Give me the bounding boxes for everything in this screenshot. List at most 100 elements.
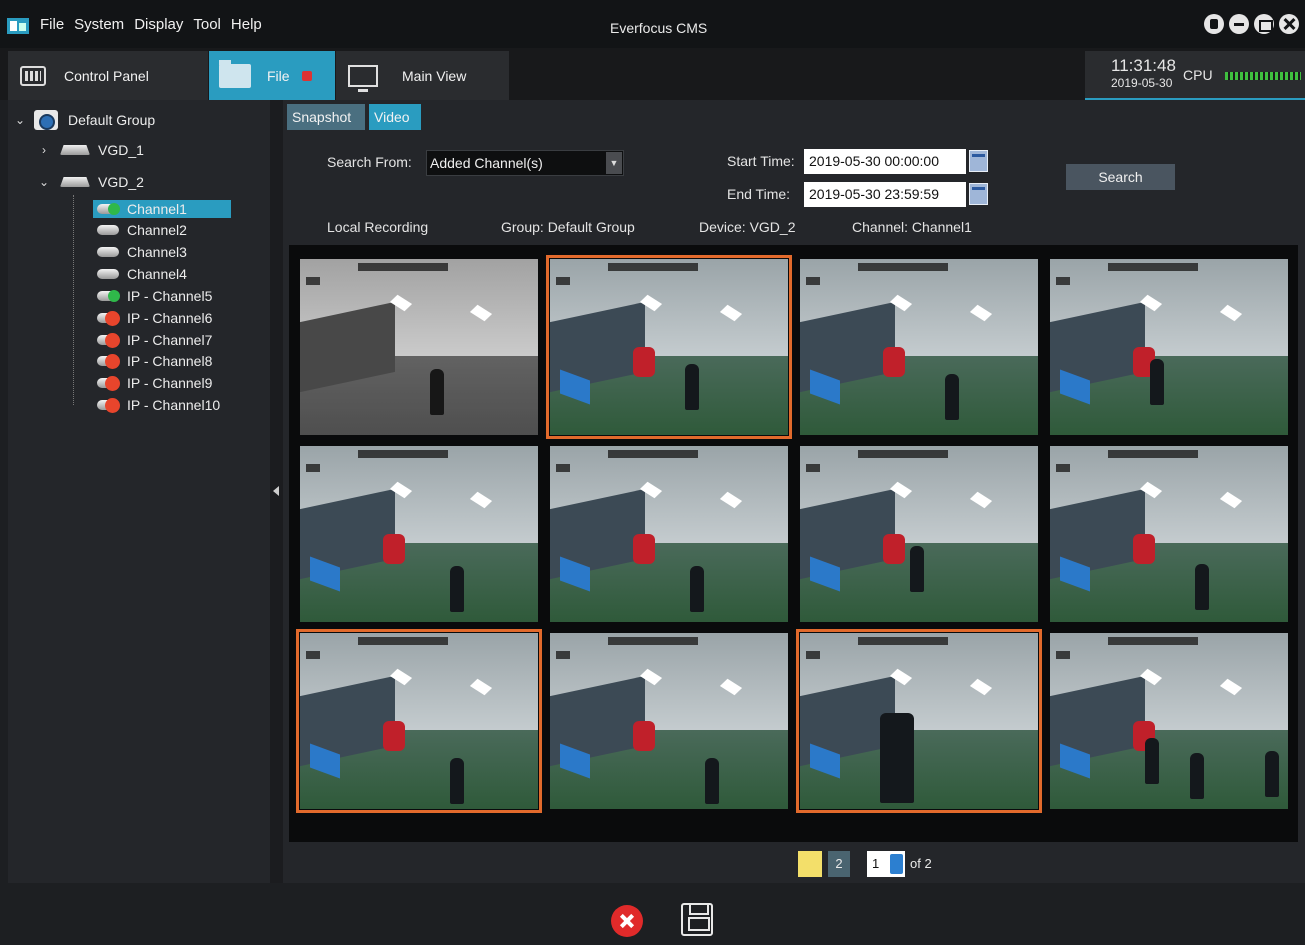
sidebar-collapse-handle[interactable] (270, 100, 283, 883)
tree-channel-4[interactable]: Channel4 (95, 266, 187, 282)
menu-file[interactable]: File (40, 16, 64, 33)
chevron-right-icon[interactable]: › (38, 143, 50, 157)
tree-channel-label: Channel3 (127, 244, 187, 260)
snapshot-grid (289, 245, 1298, 842)
dvr-icon (60, 177, 90, 187)
camera-offline-icon (95, 354, 121, 369)
tab-control-panel[interactable]: Control Panel (8, 51, 208, 100)
search-from-select[interactable]: Added Channel(s) ▼ (426, 150, 624, 176)
camera-offline-icon (95, 333, 121, 348)
tree-channel-label: IP - Channel5 (127, 288, 213, 304)
tree-channel-10[interactable]: IP - Channel10 (95, 397, 220, 413)
search-from-value: Added Channel(s) (430, 155, 543, 171)
collapse-arrow-icon[interactable] (273, 486, 279, 496)
device-info-label: Device: VGD_2 (699, 219, 796, 235)
spinner-arrows-icon[interactable] (890, 854, 903, 874)
main-tab-bar: Control Panel File Main View 11:31:48 20… (0, 48, 1305, 100)
chevron-down-icon[interactable]: ⌄ (14, 113, 26, 127)
recording-type-label: Local Recording (327, 219, 429, 235)
tree-device-label: VGD_2 (98, 174, 144, 190)
menu-system[interactable]: System (74, 16, 124, 33)
camera-offline-icon (95, 398, 121, 413)
tree-group-label: Default Group (68, 112, 156, 128)
snapshot-thumbnail[interactable] (1050, 633, 1288, 809)
chevron-down-icon[interactable]: ⌄ (38, 175, 50, 189)
start-time-label: Start Time: (727, 153, 795, 169)
snapshot-thumbnail[interactable] (1050, 259, 1288, 435)
chevron-down-icon[interactable]: ▼ (606, 152, 622, 174)
window-title: Everfocus CMS (610, 20, 708, 36)
snapshot-thumbnail[interactable] (800, 446, 1038, 622)
tree-channel-label: IP - Channel10 (127, 397, 221, 413)
app-logo-icon (7, 18, 29, 34)
calendar-icon[interactable] (969, 150, 988, 172)
page-spinner-value: 1 (872, 856, 880, 871)
tree-channel-5[interactable]: IP - Channel5 (95, 288, 212, 304)
end-time-label: End Time: (727, 186, 791, 202)
tree-device-vgd2[interactable]: ⌄ VGD_2 (38, 174, 144, 190)
tree-connector-lines (73, 195, 89, 405)
snapshot-thumbnail[interactable] (800, 259, 1038, 435)
maximize-icon[interactable] (1254, 14, 1274, 34)
bottom-toolbar (0, 883, 1305, 945)
tree-channel-7[interactable]: IP - Channel7 (95, 332, 212, 348)
tree-channel-8[interactable]: IP - Channel8 (95, 353, 212, 369)
tree-channel-label: IP - Channel8 (127, 353, 213, 369)
tree-group-default[interactable]: ⌄ Default Group (14, 110, 155, 130)
tree-channel-3[interactable]: Channel3 (95, 244, 187, 260)
subtab-snapshot[interactable]: Snapshot (287, 104, 365, 130)
menu-tool[interactable]: Tool (193, 16, 221, 33)
clock-time: 11:31:48 (1111, 56, 1176, 75)
app-window: File System Display Tool Help Everfocus … (0, 0, 1305, 945)
calendar-icon[interactable] (969, 183, 988, 205)
snapshot-thumbnail-selected[interactable] (546, 255, 792, 439)
tab-main-view[interactable]: Main View (336, 51, 509, 100)
camera-live-icon (95, 289, 121, 303)
menu-help[interactable]: Help (231, 16, 262, 33)
camera-icon (95, 267, 121, 281)
snapshot-thumbnail-selected[interactable] (296, 629, 542, 813)
snapshot-thumbnail-selected[interactable] (796, 629, 1042, 813)
monitor-icon (348, 64, 378, 92)
snapshot-thumbnail[interactable] (550, 446, 788, 622)
tree-device-vgd1[interactable]: › VGD_1 (38, 142, 144, 158)
tree-channel-1[interactable]: Channel1 (93, 200, 231, 218)
tree-channel-label: IP - Channel7 (127, 332, 213, 348)
group-icon (34, 110, 58, 130)
subtab-video[interactable]: Video (369, 104, 421, 130)
title-bar: File System Display Tool Help Everfocus … (0, 0, 1305, 48)
end-time-field[interactable]: 2019-05-30 23:59:59 (804, 182, 966, 207)
page-button-2[interactable]: 2 (828, 851, 850, 877)
tree-channel-label: Channel1 (127, 201, 187, 217)
tree-channel-6[interactable]: IP - Channel6 (95, 310, 212, 326)
dvr-icon (60, 145, 90, 155)
tree-channel-9[interactable]: IP - Channel9 (95, 375, 212, 391)
snapshot-thumbnail[interactable] (300, 259, 538, 435)
close-icon[interactable] (1279, 14, 1299, 34)
snapshot-thumbnail[interactable] (1050, 446, 1288, 622)
snapshot-thumbnail[interactable] (300, 446, 538, 622)
menu-bar: File System Display Tool Help (40, 16, 262, 33)
tree-channel-label: IP - Channel9 (127, 375, 213, 391)
page-count-label: of 2 (910, 856, 932, 871)
page-spinner[interactable]: 1 (867, 851, 905, 877)
tab-file[interactable]: File (209, 51, 335, 100)
tree-channel-label: IP - Channel6 (127, 310, 213, 326)
tree-channel-2[interactable]: Channel2 (95, 222, 187, 238)
camera-icon (95, 223, 121, 237)
page-button-1[interactable]: 1 (798, 851, 822, 877)
minimize-icon[interactable] (1229, 14, 1249, 34)
save-icon[interactable] (681, 903, 713, 936)
window-controls (1204, 14, 1299, 34)
camera-offline-icon (95, 311, 121, 326)
start-time-field[interactable]: 2019-05-30 00:00:00 (804, 149, 966, 174)
tab-file-label: File (267, 67, 290, 84)
folder-icon (219, 59, 251, 88)
lock-icon[interactable] (1204, 14, 1224, 34)
tab-close-icon[interactable] (301, 70, 312, 81)
cancel-icon[interactable] (611, 905, 643, 937)
cpu-label: CPU (1183, 67, 1213, 83)
search-button[interactable]: Search (1066, 164, 1175, 190)
snapshot-thumbnail[interactable] (550, 633, 788, 809)
menu-display[interactable]: Display (134, 16, 183, 33)
